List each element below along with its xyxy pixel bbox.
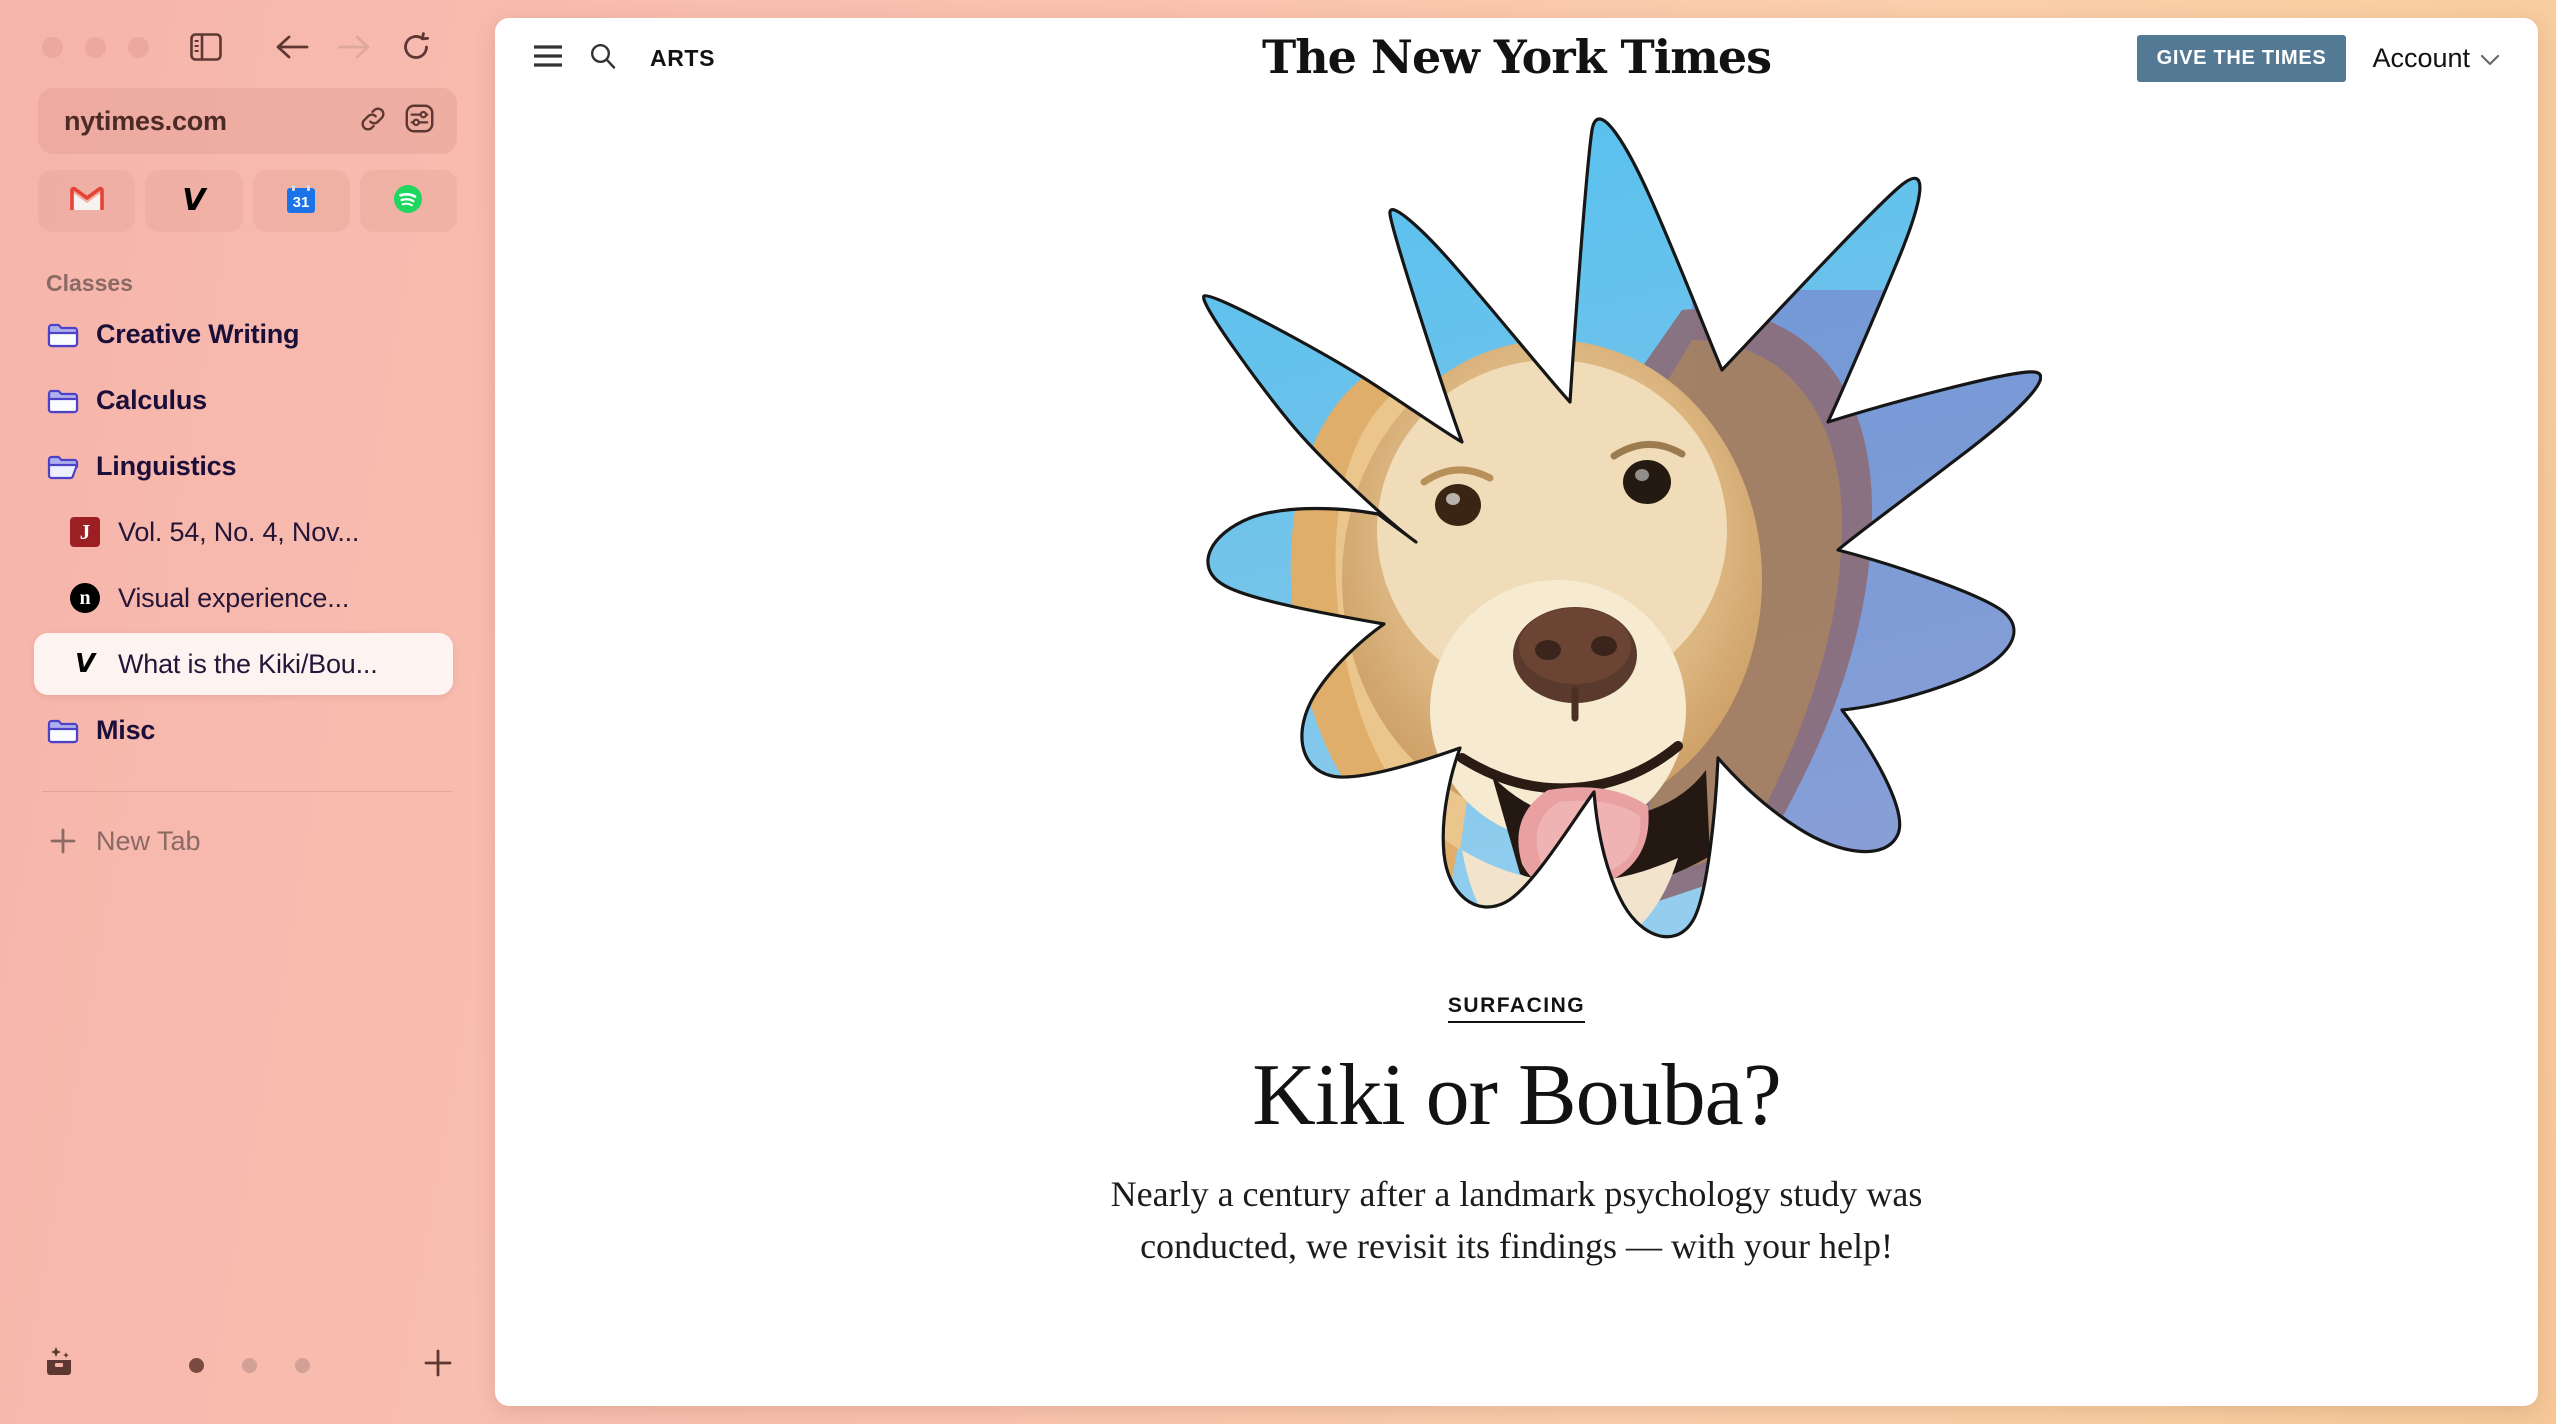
- new-tab-button[interactable]: New Tab: [38, 810, 457, 872]
- sidebar-folder-calculus[interactable]: Calculus: [38, 369, 457, 431]
- web-content-view: ARTS The New York Times GIVE THE TIMES A…: [495, 18, 2538, 1406]
- dog-star-blob-illustration: [1201, 117, 2042, 939]
- article-summary-line-1: Nearly a century after a landmark psycho…: [1110, 1174, 1923, 1214]
- plus-icon: [46, 827, 80, 855]
- article-headline: Kiki or Bouba?: [1252, 1047, 1782, 1144]
- chevron-down-icon: [2480, 43, 2500, 74]
- favorite-spotify[interactable]: [359, 170, 457, 232]
- nyt-icon: 𝙑: [182, 183, 206, 218]
- hero-clipped-photo: [1203, 118, 2041, 937]
- article-kicker-wrap: SURFACING: [495, 994, 2538, 1023]
- nyt-icon: 𝙑: [68, 647, 102, 681]
- article-hero-image: [495, 110, 2538, 970]
- favorite-calendar[interactable]: 31: [252, 170, 350, 232]
- jstor-favicon-glyph: J: [70, 517, 100, 547]
- sidebar-tab-jstor[interactable]: J Vol. 54, No. 4, Nov...: [38, 501, 457, 563]
- sidebar-folder-linguistics[interactable]: Linguistics: [38, 435, 457, 497]
- close-window-button[interactable]: [42, 36, 63, 58]
- spotify-icon: [393, 184, 423, 218]
- favorite-gmail[interactable]: [38, 170, 136, 232]
- minimize-window-button[interactable]: [85, 36, 106, 58]
- sidebar-bottom-bar: [38, 1328, 457, 1424]
- back-arrow-icon[interactable]: [261, 24, 323, 70]
- folder-icon: [46, 383, 80, 417]
- calendar-icon: 31: [286, 184, 316, 218]
- give-the-times-button[interactable]: GIVE THE TIMES: [2136, 34, 2347, 82]
- space-dot-2[interactable]: [242, 1357, 257, 1373]
- space-dot-1[interactable]: [189, 1357, 204, 1373]
- search-icon[interactable]: [589, 42, 616, 74]
- url-text[interactable]: nytimes.com: [64, 106, 358, 137]
- nature-favicon-glyph: n: [70, 583, 100, 613]
- header-right-group: GIVE THE TIMES Account: [2136, 34, 2510, 82]
- svg-text:31: 31: [293, 194, 310, 211]
- favorites-row: 𝙑 31: [38, 170, 457, 232]
- sidebar-tab-nature[interactable]: n Visual experience...: [38, 567, 457, 629]
- article-kicker[interactable]: SURFACING: [1447, 994, 1586, 1023]
- link-icon[interactable]: [358, 104, 388, 139]
- gmail-icon: [69, 186, 104, 216]
- sidebar-tab-kiki-bouba[interactable]: 𝙑 What is the Kiki/Bou...: [34, 633, 453, 695]
- nyt-site-header: ARTS The New York Times GIVE THE TIMES A…: [495, 18, 2538, 98]
- folder-label: Linguistics: [96, 450, 237, 481]
- folder-label: Misc: [96, 714, 156, 745]
- window-controls[interactable]: [42, 36, 149, 58]
- folder-open-icon: [46, 449, 80, 483]
- hamburger-menu-icon[interactable]: [533, 44, 563, 73]
- sidebar-folder-creative-writing[interactable]: Creative Writing: [38, 303, 457, 365]
- forward-arrow-icon[interactable]: [323, 24, 385, 70]
- space-dot-3[interactable]: [295, 1357, 310, 1373]
- favorite-nytimes[interactable]: 𝙑: [145, 170, 243, 232]
- section-name[interactable]: ARTS: [650, 45, 715, 72]
- address-bar[interactable]: nytimes.com: [38, 88, 457, 154]
- account-label: Account: [2372, 42, 2470, 73]
- sidebar-divider: [42, 791, 453, 792]
- account-menu[interactable]: Account: [2372, 43, 2510, 74]
- tab-label: Vol. 54, No. 4, Nov...: [118, 516, 360, 547]
- address-bar-actions: [358, 103, 435, 139]
- article-summary-line-2: conducted, we revisit its findings — wit…: [1140, 1226, 1893, 1267]
- sidebar-toggle-icon[interactable]: [175, 24, 237, 70]
- new-tab-label: New Tab: [96, 825, 201, 856]
- sidebar-folder-misc[interactable]: Misc: [38, 699, 457, 761]
- space-switcher[interactable]: [189, 1357, 310, 1373]
- sliders-icon[interactable]: [404, 103, 435, 139]
- nyt-favicon-glyph: 𝙑: [74, 649, 96, 679]
- jstor-icon: J: [68, 515, 102, 549]
- tab-label: Visual experience...: [118, 582, 350, 613]
- reload-icon[interactable]: [385, 24, 447, 70]
- folder-icon: [46, 317, 80, 351]
- archive-sparkle-icon[interactable]: [42, 1346, 76, 1385]
- navigation-buttons: [175, 24, 447, 70]
- folder-icon: [46, 713, 80, 747]
- folder-label: Calculus: [96, 384, 207, 415]
- browser-sidebar: nytimes.com 𝙑 31 Classes Creative Writin…: [0, 0, 495, 1424]
- nature-icon: n: [68, 581, 102, 615]
- article-summary: Nearly a century after a landmark psycho…: [1017, 1168, 2017, 1272]
- tab-label: What is the Kiki/Bou...: [118, 648, 378, 679]
- sidebar-top-toolbar: [38, 18, 457, 76]
- header-left-group: ARTS: [533, 42, 715, 74]
- maximize-window-button[interactable]: [128, 36, 149, 58]
- section-label-classes: Classes: [46, 270, 133, 296]
- new-space-plus-icon[interactable]: [423, 1348, 453, 1383]
- folder-label: Creative Writing: [96, 318, 300, 349]
- nyt-masthead[interactable]: The New York Times: [1262, 30, 1772, 84]
